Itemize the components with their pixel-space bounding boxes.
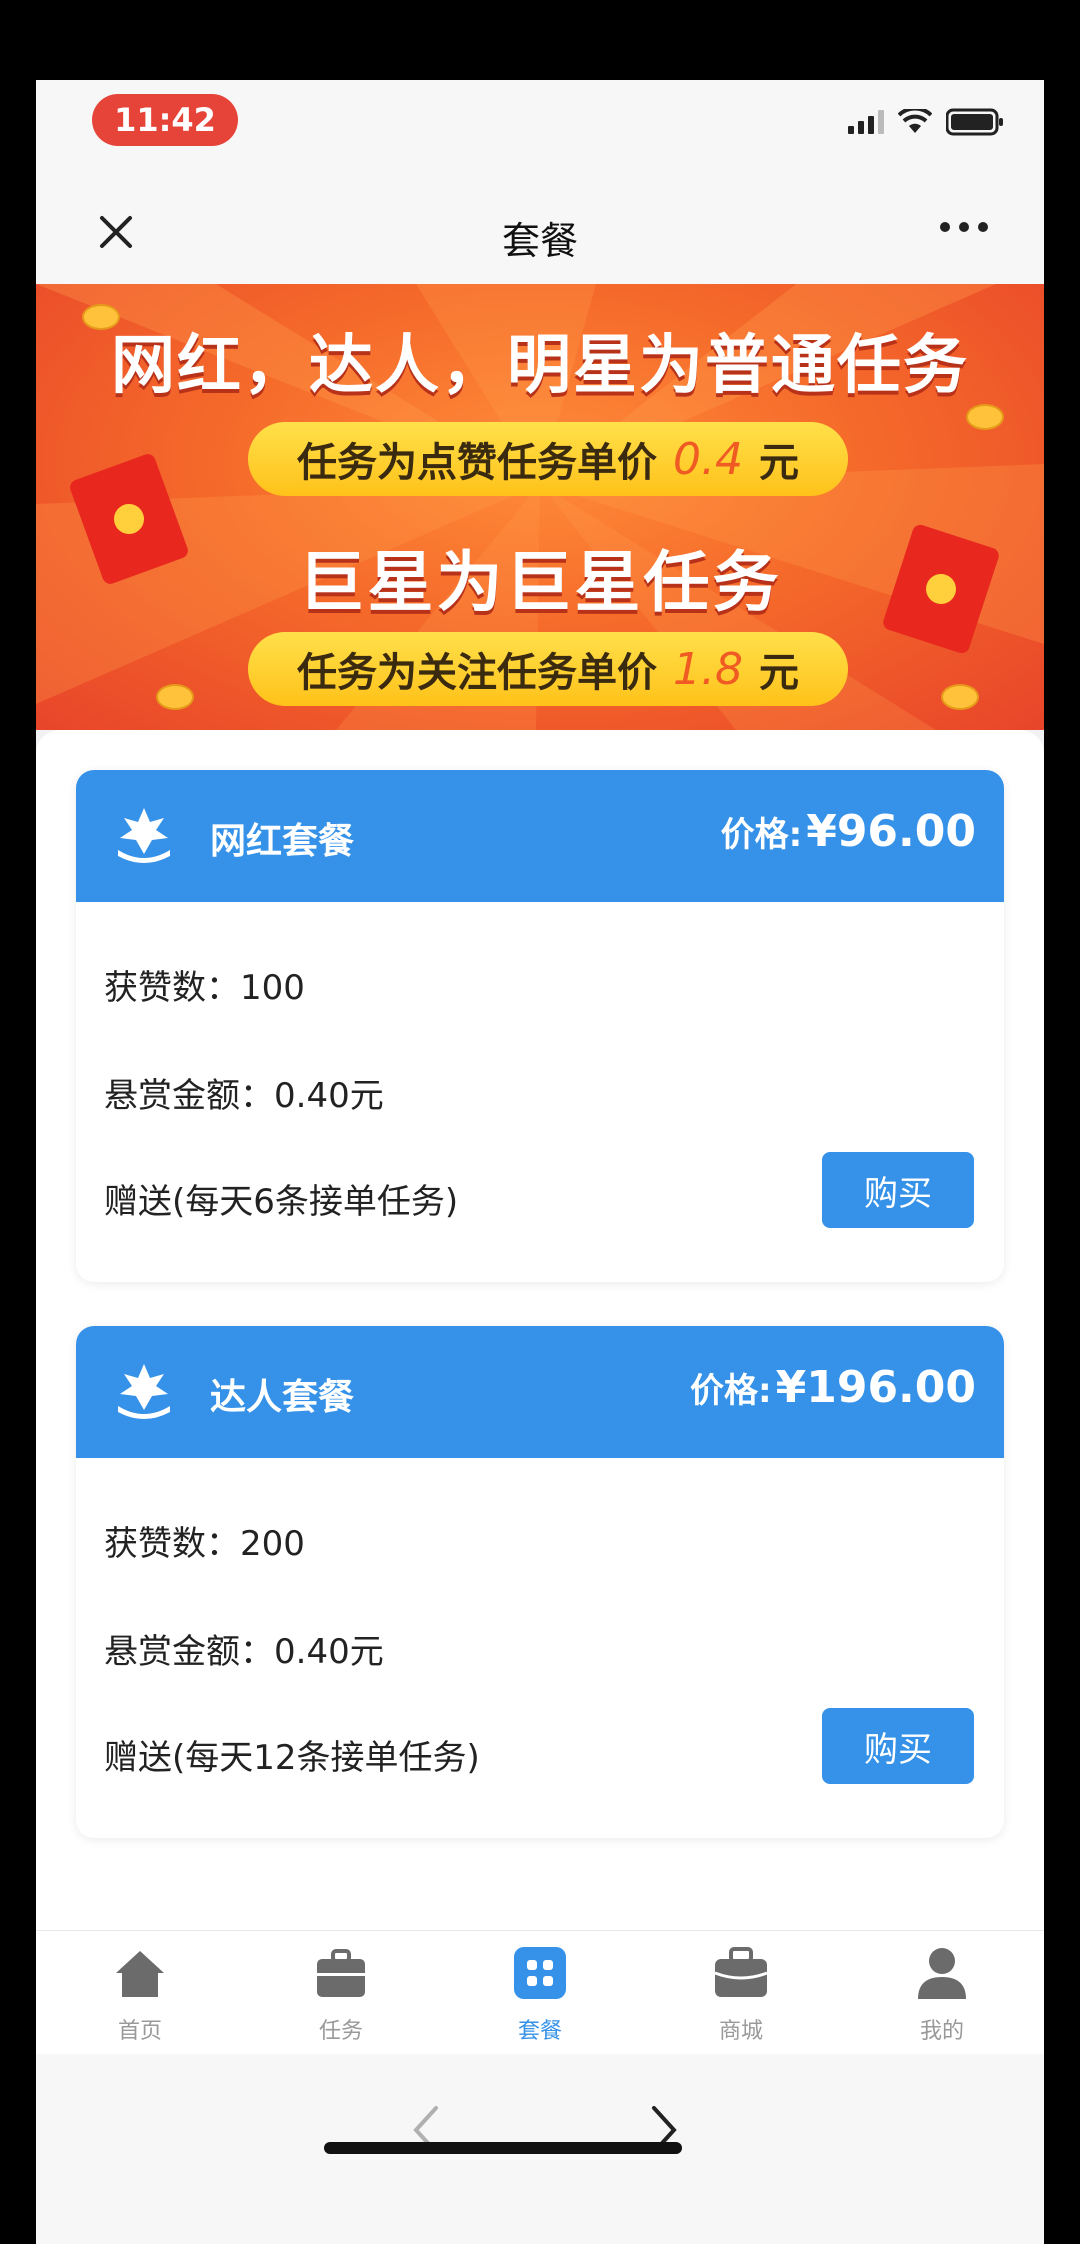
package-likes: 获赞数：200 bbox=[104, 1524, 305, 1564]
buy-button[interactable]: 购买 bbox=[822, 1708, 974, 1784]
home-indicator[interactable] bbox=[324, 2142, 682, 2154]
package-bonus: 赠送(每天6条接单任务) bbox=[104, 1182, 459, 1222]
package-card: 达人套餐 价格: ¥196.00 获赞数：200 悬赏金额：0.40元 赠送(每… bbox=[76, 1326, 1004, 1838]
tab-tasks[interactable]: 任务 bbox=[281, 1943, 401, 2045]
status-time: 11:42 bbox=[92, 94, 238, 146]
package-card: 网红套餐 价格: ¥96.00 获赞数：100 悬赏金额：0.40元 赠送(每天… bbox=[76, 770, 1004, 1282]
banner-pill-like: 任务为点赞任务单价 0.4 元 bbox=[248, 422, 848, 496]
tab-packages[interactable]: 套餐 bbox=[480, 1943, 600, 2045]
page-title: 套餐 bbox=[501, 219, 578, 263]
package-header: 达人套餐 价格: ¥196.00 bbox=[76, 1326, 1004, 1458]
package-logo-icon bbox=[118, 808, 170, 863]
tab-label: 商城 bbox=[718, 2019, 763, 2044]
package-header: 网红套餐 价格: ¥96.00 bbox=[76, 770, 1004, 902]
tab-me[interactable]: 我的 bbox=[882, 1943, 1002, 2045]
tab-label: 任务 bbox=[318, 2019, 363, 2044]
pill-unit: 元 bbox=[758, 650, 799, 696]
package-price: 价格: ¥96.00 bbox=[721, 806, 976, 857]
grid-icon bbox=[514, 1947, 566, 1999]
pill-unit: 元 bbox=[758, 440, 799, 486]
tab-label: 我的 bbox=[919, 2019, 964, 2044]
pill-price: 1.8 bbox=[673, 643, 743, 695]
price-label: 价格: bbox=[720, 815, 803, 855]
shop-icon bbox=[714, 1947, 768, 1997]
status-icons bbox=[848, 108, 1004, 136]
tab-home[interactable]: 首页 bbox=[80, 1943, 200, 2045]
phone-screen: 11:42 套餐 网红，达人，明星为普通任务 任务为点赞任务单价 0.4 元 巨… bbox=[36, 80, 1044, 2244]
package-reward: 悬赏金额：0.40元 bbox=[104, 1632, 384, 1672]
banner-pill-follow: 任务为关注任务单价 1.8 元 bbox=[248, 632, 848, 706]
briefcase-icon bbox=[317, 1949, 365, 1997]
package-reward: 悬赏金额：0.40元 bbox=[104, 1076, 384, 1116]
pill-price: 0.4 bbox=[673, 433, 743, 485]
package-price: 价格: ¥196.00 bbox=[690, 1362, 976, 1413]
pill-text: 任务为点赞任务单价 bbox=[297, 440, 657, 486]
price-value: ¥196.00 bbox=[775, 1362, 976, 1413]
coin-icon bbox=[966, 404, 1004, 430]
banner-subheadline: 巨星为巨星任务 bbox=[298, 544, 782, 621]
wifi-icon bbox=[898, 109, 932, 135]
tab-label: 首页 bbox=[117, 2019, 162, 2044]
price-label: 价格: bbox=[689, 1371, 772, 1411]
package-logo-icon bbox=[118, 1364, 170, 1419]
package-list: 网红套餐 价格: ¥96.00 获赞数：100 悬赏金额：0.40元 赠送(每天… bbox=[36, 730, 1044, 1930]
promo-banner: 网红，达人，明星为普通任务 任务为点赞任务单价 0.4 元 巨星为巨星任务 任务… bbox=[36, 284, 1044, 730]
more-icon[interactable] bbox=[940, 222, 988, 232]
nav-bar: 套餐 bbox=[36, 180, 1044, 284]
home-icon bbox=[116, 1951, 164, 1997]
coin-icon bbox=[941, 684, 979, 710]
tab-label: 套餐 bbox=[517, 2019, 562, 2044]
package-name: 达人套餐 bbox=[210, 1377, 355, 1418]
package-name: 网红套餐 bbox=[210, 821, 355, 862]
price-value: ¥96.00 bbox=[806, 806, 976, 857]
tab-bar: 首页 任务 套餐 商城 我的 bbox=[36, 1930, 1044, 2055]
status-bar: 11:42 bbox=[36, 80, 1044, 180]
tab-shop[interactable]: 商城 bbox=[681, 1943, 801, 2045]
package-likes: 获赞数：100 bbox=[104, 968, 305, 1008]
signal-icon bbox=[848, 110, 884, 134]
pill-text: 任务为关注任务单价 bbox=[297, 650, 657, 696]
battery-icon bbox=[946, 108, 1004, 136]
coin-icon bbox=[156, 684, 194, 710]
buy-button[interactable]: 购买 bbox=[822, 1152, 974, 1228]
banner-headline: 网红，达人，明星为普通任务 bbox=[111, 329, 969, 403]
user-icon bbox=[918, 1948, 966, 1999]
package-bonus: 赠送(每天12条接单任务) bbox=[104, 1738, 480, 1778]
